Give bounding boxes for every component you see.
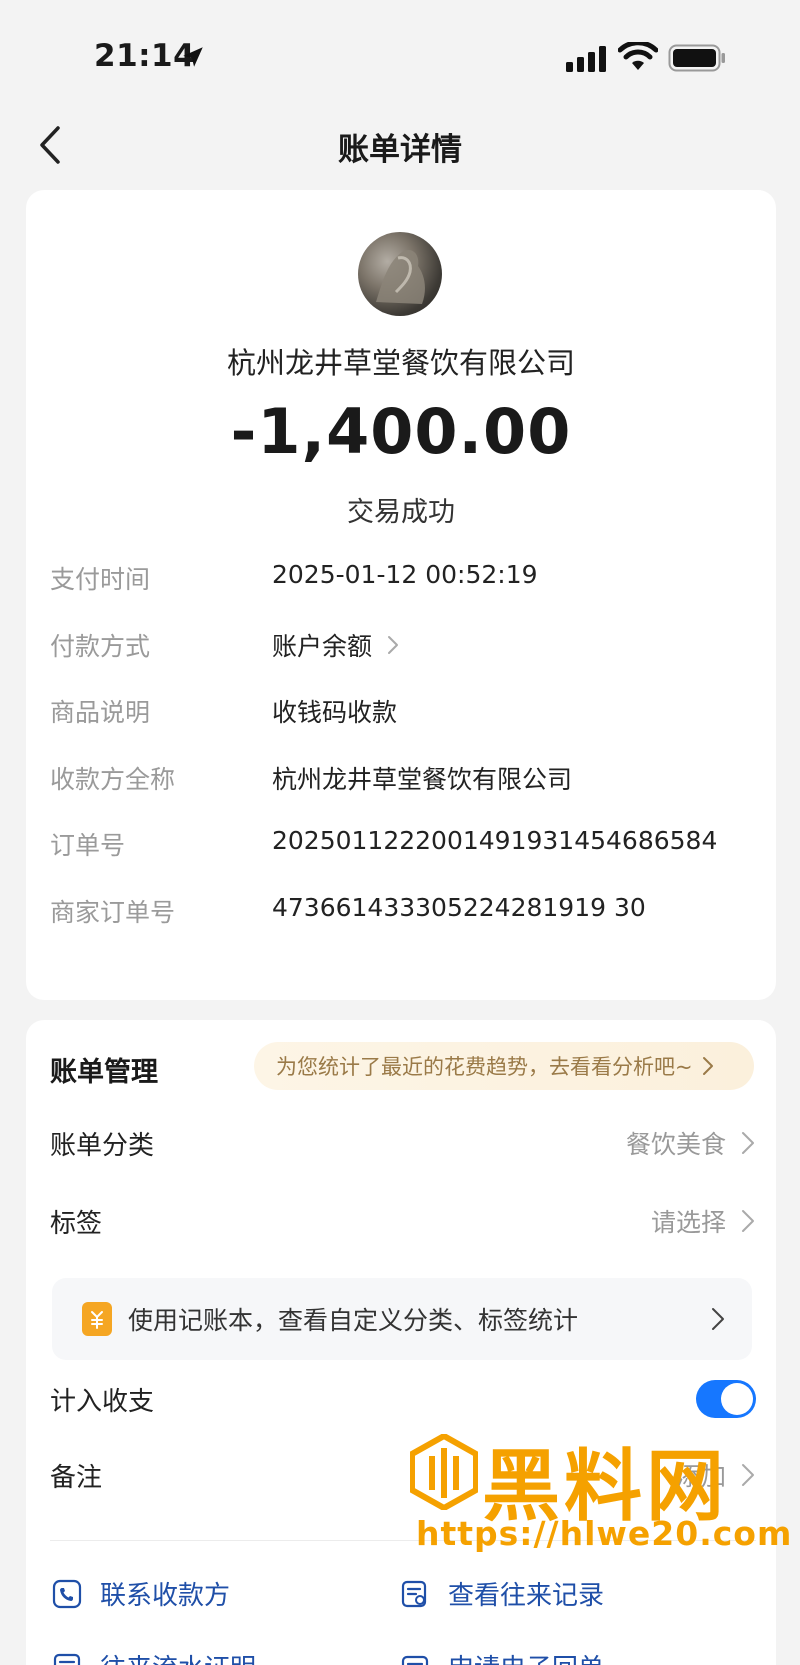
- chevron-right-icon: [742, 1132, 754, 1154]
- records-icon: [401, 1580, 427, 1607]
- detail-row-pay-time: 支付时间 2025-01-12 00:52:19: [50, 560, 750, 627]
- watermark-url: https://hlwe20.com: [416, 1514, 793, 1553]
- wifi-icon: [618, 42, 658, 70]
- detail-value: 收钱码收款: [272, 698, 398, 727]
- ledger-text: 使用记账本，查看自定义分类、标签统计: [128, 1306, 579, 1335]
- detail-value: 杭州龙井草堂餐饮有限公司: [272, 764, 573, 794]
- row-value: 请选择: [651, 1203, 756, 1239]
- detail-label: 商品说明: [50, 698, 151, 727]
- ledger-book-icon: [82, 1302, 112, 1336]
- row-value: 餐饮美食: [626, 1125, 756, 1161]
- detail-row-payment-method[interactable]: 付款方式 账户余额: [50, 627, 750, 694]
- detail-value: 2025011222001491931454686584: [272, 826, 718, 855]
- flow-proof-button[interactable]: 往来流水证明: [52, 1648, 256, 1665]
- transaction-status: 交易成功: [347, 497, 455, 528]
- tag-value: 请选择: [650, 1208, 726, 1237]
- watermark-logo: [410, 1434, 478, 1510]
- detail-label: 收款方全称: [50, 764, 176, 794]
- status-bar: 21:14: [0, 0, 800, 110]
- detail-value: 2025-01-12 00:52:19: [272, 560, 538, 589]
- transaction-details: 支付时间 2025-01-12 00:52:19 付款方式 账户余额 商品说明 …: [50, 560, 750, 959]
- nav-bar: 账单详情: [0, 110, 800, 180]
- chevron-right-icon: [712, 1308, 724, 1330]
- hint-text: 为您统计了最近的花费趋势，去看看分析吧~: [276, 1055, 693, 1079]
- action-label: 查看往来记录: [448, 1581, 605, 1611]
- chevron-right-icon: [702, 1057, 713, 1075]
- merchant-avatar: [358, 232, 442, 316]
- signal-icon: [566, 46, 606, 72]
- detail-row-payee-name: 收款方全称 杭州龙井草堂餐饮有限公司: [50, 760, 750, 827]
- transaction-summary-card: 杭州龙井草堂餐饮有限公司 -1,400.00 交易成功 支付时间 2025-01…: [26, 190, 776, 1000]
- tag-row[interactable]: 标签 请选择: [50, 1196, 756, 1246]
- receipt-icon: [401, 1655, 429, 1665]
- detail-label: 支付时间: [50, 565, 151, 594]
- transaction-amount: -1,400.00: [230, 395, 572, 468]
- battery-icon: [668, 44, 725, 72]
- detail-value: 473661433305224281919 30: [272, 892, 646, 922]
- row-label: 标签: [50, 1208, 103, 1239]
- contact-payee-button[interactable]: 联系收款方: [52, 1575, 230, 1612]
- include-in-stats-row: 计入收支: [50, 1370, 756, 1428]
- action-label: 申请电子回单: [448, 1648, 604, 1665]
- watermark: 黑料网 https://hlwe20.com: [410, 1430, 791, 1553]
- spending-trend-hint[interactable]: 为您统计了最近的花费趋势，去看看分析吧~: [254, 1042, 754, 1090]
- action-label: 往来流水证明: [100, 1648, 256, 1665]
- bill-category-row[interactable]: 账单分类 餐饮美食: [50, 1118, 756, 1168]
- detail-label: 付款方式: [50, 631, 151, 661]
- row-label: 账单分类: [50, 1130, 155, 1161]
- detail-row-merchant-order: 商家订单号 473661433305224281919 30: [50, 893, 750, 960]
- chevron-right-icon: [388, 635, 399, 654]
- detail-label: 商家订单号: [50, 897, 176, 927]
- detail-value: 账户余额: [272, 631, 373, 661]
- page-title: 账单详情: [338, 132, 462, 168]
- detail-row-order-number: 订单号 2025011222001491931454686584: [50, 826, 750, 893]
- detail-label: 订单号: [50, 831, 126, 860]
- ledger-banner[interactable]: 使用记账本，查看自定义分类、标签统计: [52, 1278, 752, 1360]
- category-value: 餐饮美食: [625, 1130, 726, 1159]
- avatar-image: [376, 249, 425, 304]
- action-label: 联系收款方: [100, 1581, 231, 1611]
- detail-row-description: 商品说明 收钱码收款: [50, 693, 750, 760]
- e-receipt-button[interactable]: 申请电子回单: [400, 1648, 604, 1665]
- payment-method-value[interactable]: 账户余额: [272, 627, 400, 663]
- row-label: 计入收支: [50, 1386, 155, 1417]
- merchant-name: 杭州龙井草堂餐饮有限公司: [226, 346, 575, 380]
- document-icon: [53, 1653, 81, 1665]
- location-arrow-icon: [183, 47, 203, 67]
- include-in-stats-toggle[interactable]: [696, 1380, 756, 1418]
- section-title: 账单管理: [50, 1057, 158, 1088]
- toggle-knob: [721, 1383, 753, 1415]
- view-records-button[interactable]: 查看往来记录: [400, 1575, 604, 1612]
- row-label: 备注: [50, 1462, 103, 1493]
- bill-management-card: 账单管理 为您统计了最近的花费趋势，去看看分析吧~ 账单分类 餐饮美食 标签 请…: [26, 1020, 776, 1665]
- chevron-right-icon: [742, 1210, 754, 1232]
- phone-icon: [52, 1579, 82, 1608]
